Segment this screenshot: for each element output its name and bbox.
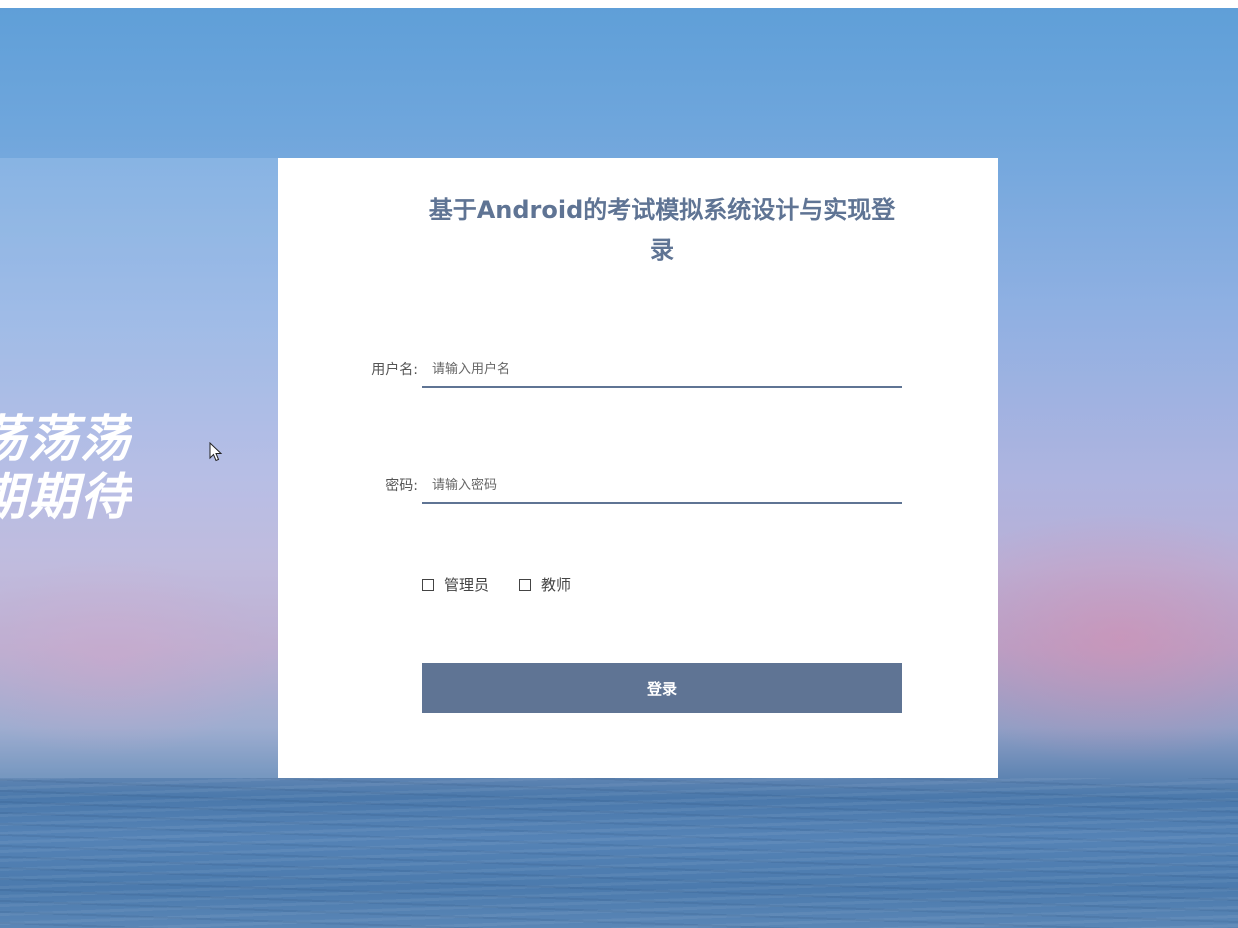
username-label: 用户名:: [371, 362, 418, 378]
background-water: [0, 778, 1238, 928]
top-strip: [0, 0, 1238, 8]
role-option-teacher[interactable]: 教师: [519, 575, 571, 595]
slogan: 荡荡荡 期期待: [0, 410, 132, 530]
password-input[interactable]: [422, 468, 902, 504]
password-label: 密码:: [385, 478, 418, 494]
username-input[interactable]: [422, 352, 902, 388]
login-title: 基于Android的考试模拟系统设计与实现登录: [428, 196, 896, 264]
slogan-line-1: 荡荡荡: [0, 410, 132, 468]
admin-role-label: 管理员: [444, 576, 490, 594]
login-card: 基于Android的考试模拟系统设计与实现登录 用户名: 密码: 管理员 教师 …: [278, 158, 998, 778]
teacher-checkbox[interactable]: [519, 579, 532, 591]
role-option-admin[interactable]: 管理员: [422, 575, 489, 595]
admin-checkbox[interactable]: [422, 579, 434, 591]
role-selector: 管理员 教师: [422, 574, 601, 596]
teacher-role-label: 教师: [541, 576, 572, 594]
slogan-line-2: 期期待: [0, 468, 132, 526]
mouse-cursor-icon: [209, 442, 223, 462]
login-button[interactable]: 登录: [422, 663, 902, 713]
